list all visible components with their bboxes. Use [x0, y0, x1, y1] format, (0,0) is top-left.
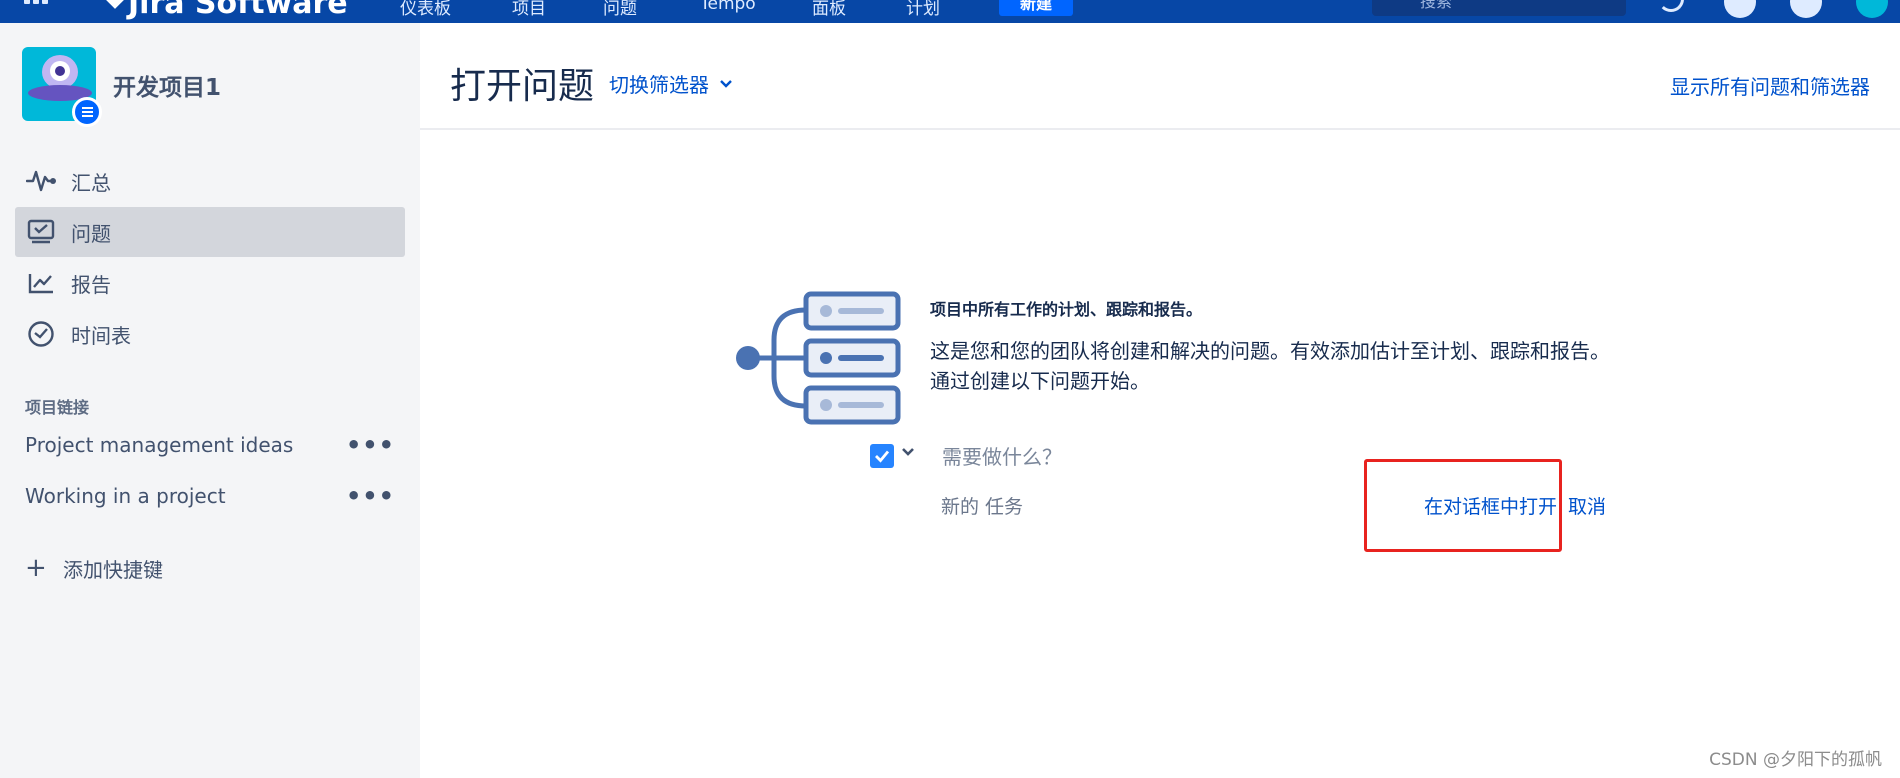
- project-links-title: 项目链接: [25, 398, 90, 417]
- chevron-down-icon[interactable]: [901, 446, 915, 458]
- project-name[interactable]: 开发项目1: [113, 68, 221, 102]
- notifications-icon[interactable]: [1658, 0, 1684, 12]
- sidebar-link-item[interactable]: Project management ideas •••: [25, 430, 395, 460]
- settings-icon[interactable]: [1790, 0, 1822, 18]
- project-sidebar: 开发项目1 汇总 问题 报告 时间表 项目链接 Project manageme…: [0, 23, 420, 778]
- switch-filter-label: 切换筛选器: [609, 73, 709, 97]
- more-options-icon[interactable]: •••: [346, 431, 395, 459]
- software-project-badge-icon: [72, 97, 102, 127]
- jira-logo-text[interactable]: Jira Software: [128, 0, 348, 21]
- clock-icon: [25, 318, 57, 350]
- task-type-checkbox-icon[interactable]: [870, 444, 894, 468]
- red-highlight-annotation: [1364, 459, 1562, 552]
- cancel-link[interactable]: 取消: [1568, 492, 1606, 519]
- empty-state-heading: 项目中所有工作的计划、跟踪和报告。: [930, 300, 1203, 319]
- sidebar-item-label: 报告: [71, 272, 111, 297]
- search-input[interactable]: 搜索: [1372, 0, 1626, 16]
- nav-projects[interactable]: 项目: [512, 0, 546, 19]
- pulse-icon: [25, 165, 57, 197]
- sidebar-link-label[interactable]: Project management ideas: [25, 433, 293, 457]
- sidebar-item-reports[interactable]: 报告: [15, 258, 405, 308]
- add-shortcut-label: 添加快捷键: [63, 557, 163, 582]
- page-header: 打开问题 切换筛选器 显示所有问题和筛选器: [420, 23, 1900, 130]
- chevron-down-icon: [720, 79, 732, 88]
- sidebar-link-item[interactable]: Working in a project •••: [25, 481, 395, 511]
- more-options-icon[interactable]: •••: [346, 482, 395, 510]
- nav-dashboards[interactable]: 仪表板: [400, 0, 451, 19]
- sidebar-item-timesheet[interactable]: 时间表: [15, 309, 405, 359]
- top-navigation-bar: Jira Software 仪表板 项目 问题 Tempo 面板 计划 新建 搜…: [0, 0, 1900, 23]
- show-all-issues-link[interactable]: 显示所有问题和筛选器: [1670, 71, 1870, 100]
- watermark: CSDN @夕阳下的孤帆: [1709, 750, 1882, 770]
- app-switcher-icon[interactable]: [24, 0, 48, 8]
- issues-icon: [25, 216, 57, 248]
- switch-filter-dropdown[interactable]: 切换筛选器: [609, 69, 733, 98]
- plus-icon: +: [25, 553, 47, 583]
- user-avatar[interactable]: [1856, 0, 1888, 18]
- add-shortcut-button[interactable]: + 添加快捷键: [25, 553, 163, 583]
- issues-tree-illustration-icon: [736, 291, 901, 425]
- sidebar-item-label: 汇总: [71, 170, 111, 195]
- nav-plans[interactable]: 计划: [906, 0, 940, 19]
- issue-type-label: 新的 任务: [941, 496, 1024, 518]
- reports-icon: [25, 267, 57, 299]
- sidebar-item-issues[interactable]: 问题: [15, 207, 405, 257]
- jira-logo-icon: [105, 0, 125, 9]
- sidebar-link-label[interactable]: Working in a project: [25, 484, 226, 508]
- page-title: 打开问题: [450, 66, 595, 107]
- sidebar-item-label: 时间表: [71, 323, 131, 348]
- empty-state-description: 这是您和您的团队将创建和解决的问题。有效添加估计至计划、跟踪和报告。通过创建以下…: [930, 339, 1610, 393]
- sidebar-item-summary[interactable]: 汇总: [15, 156, 405, 206]
- sidebar-item-label: 问题: [71, 221, 111, 246]
- create-button[interactable]: 新建: [999, 0, 1073, 16]
- nav-issues[interactable]: 问题: [603, 0, 637, 19]
- help-icon[interactable]: [1724, 0, 1756, 18]
- nav-tempo[interactable]: Tempo: [700, 0, 756, 14]
- nav-boards[interactable]: 面板: [812, 0, 846, 19]
